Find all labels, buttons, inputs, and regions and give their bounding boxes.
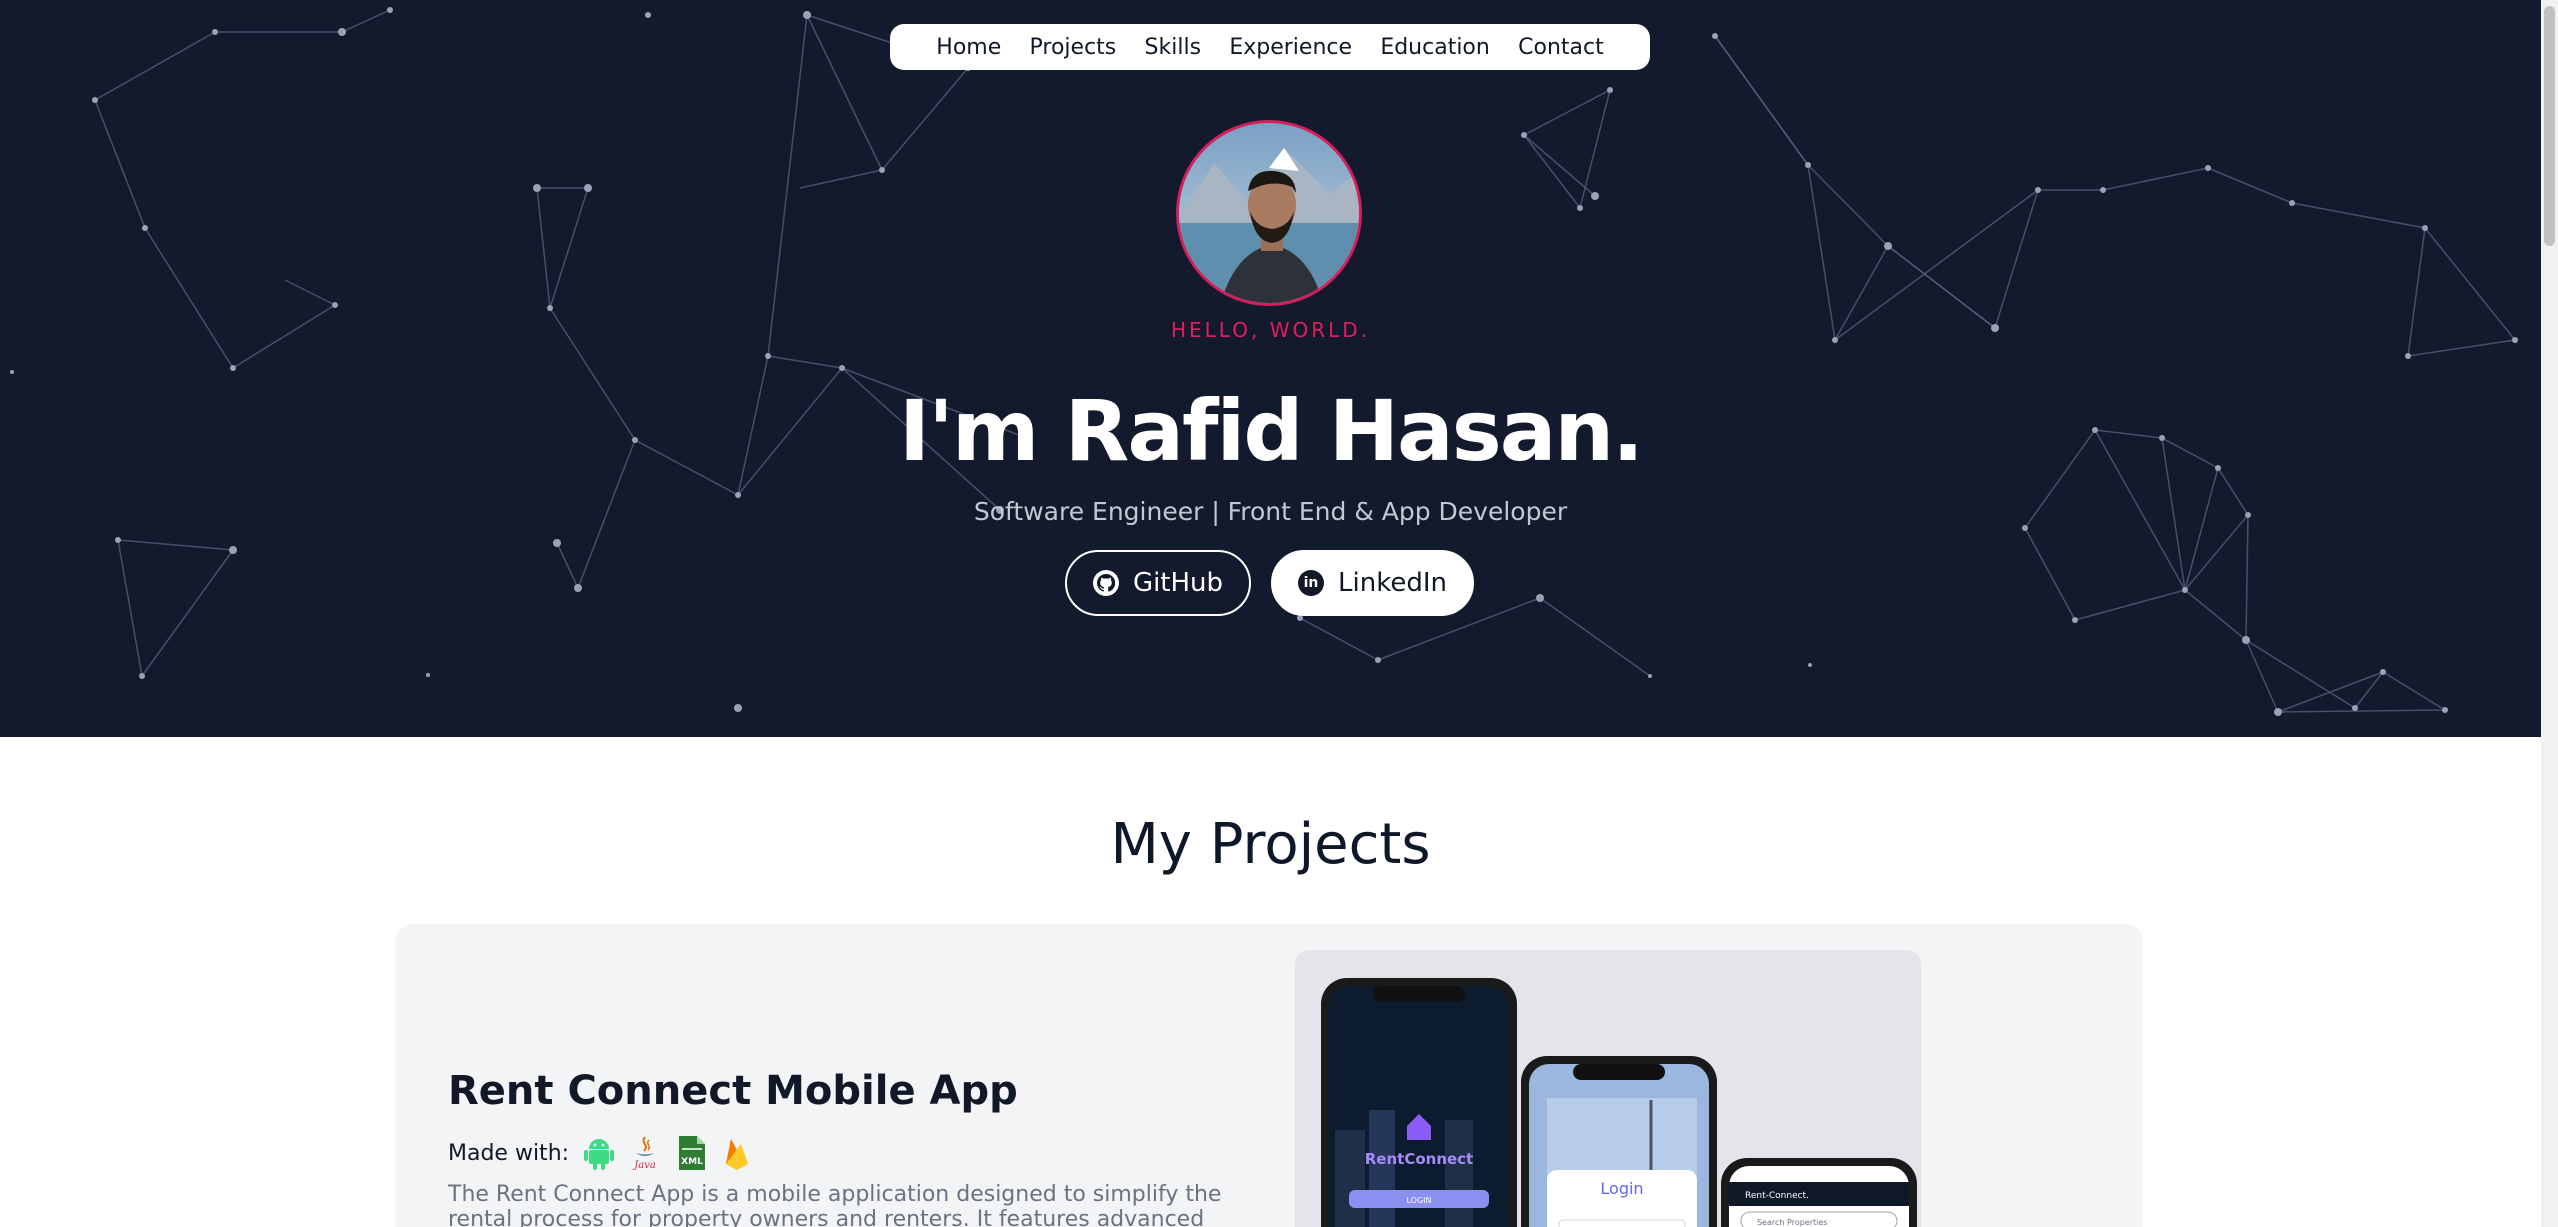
mockup-search: Search Properties — [1757, 1218, 1827, 1227]
scrollbar-thumb[interactable] — [2544, 6, 2555, 246]
github-icon — [1092, 570, 1119, 596]
avatar — [1176, 120, 1362, 306]
nav-projects[interactable]: Projects — [1030, 35, 1117, 60]
xml-icon: XML — [675, 1136, 707, 1170]
mockup-header: Rent-Connect. — [1745, 1191, 1809, 1201]
network-background — [10, 7, 2518, 716]
nav-skills[interactable]: Skills — [1145, 35, 1202, 60]
mockup-app-name: RentConnect — [1365, 1150, 1473, 1168]
hero-role: Software Engineer | Front End & App Deve… — [973, 497, 1568, 526]
github-button[interactable]: GitHub — [1065, 550, 1251, 616]
linkedin-icon: in — [1298, 570, 1325, 596]
github-label: GitHub — [1132, 568, 1224, 598]
hero-section: Home Projects Skills Experience Educatio… — [0, 0, 2541, 737]
firebase-icon — [721, 1136, 753, 1170]
page-scrollbar[interactable] — [2541, 0, 2558, 1227]
java-icon: Java — [629, 1136, 661, 1171]
linkedin-button[interactable]: in LinkedIn — [1271, 550, 1474, 616]
nav-education[interactable]: Education — [1380, 35, 1490, 60]
made-with-label: Made with: — [448, 1140, 570, 1166]
project-card: Rent Connect Mobile App Made with: Java — [395, 924, 2143, 1227]
android-icon — [583, 1136, 615, 1170]
top-nav: Home Projects Skills Experience Educatio… — [890, 24, 1650, 70]
svg-text:XML: XML — [681, 1157, 703, 1167]
projects-section-title: My Projects — [1110, 812, 1431, 877]
project-description: The Rent Connect App is a mobile applica… — [448, 1182, 1222, 1227]
hero-name: I'm Rafid Hasan. — [898, 382, 1644, 480]
mockup-login-title: Login — [1600, 1179, 1643, 1198]
mockup-login-button: LOGIN — [1406, 1196, 1431, 1205]
svg-text:Java: Java — [632, 1160, 656, 1171]
nav-home[interactable]: Home — [936, 35, 1001, 60]
linkedin-label: LinkedIn — [1338, 568, 1447, 598]
nav-contact[interactable]: Contact — [1518, 35, 1604, 60]
project-tech-stack: Made with: Java XML — [448, 1136, 753, 1171]
project-title: Rent Connect Mobile App — [448, 1068, 1018, 1114]
nav-experience[interactable]: Experience — [1229, 35, 1352, 60]
hero-greeting: HELLO, WORLD. — [1170, 318, 1371, 342]
project-screenshot: RentConnect LOGIN Login Rent-Connect. Se… — [1295, 950, 1921, 1227]
